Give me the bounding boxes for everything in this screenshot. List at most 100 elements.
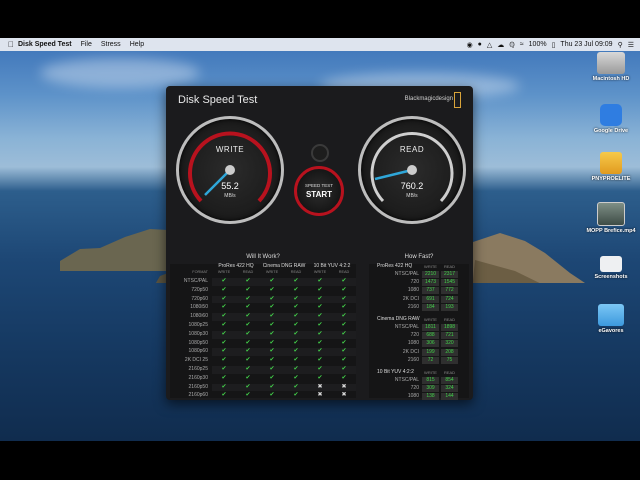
battery-percent[interactable]: 100%: [529, 41, 547, 48]
write-speed-cell: 2210: [422, 271, 439, 278]
write-speed-cell: 1811: [422, 324, 439, 331]
wifi-icon[interactable]: ≈: [520, 41, 524, 48]
screenshot-folder-icon: [600, 256, 622, 272]
check-icon: ✔: [317, 295, 323, 302]
menu-stress[interactable]: Stress: [101, 41, 121, 48]
check-icon: ✔: [341, 278, 347, 284]
how-fast-title: How Fast?: [404, 254, 434, 260]
desktop-icon-egavores[interactable]: eGavores: [586, 304, 636, 334]
write-gauge-dial: [188, 131, 272, 203]
check-icon: ✔: [293, 295, 299, 302]
write-label: WRITE: [215, 145, 245, 154]
cloud-icon[interactable]: ☁: [497, 41, 504, 49]
check-icon: ✔: [269, 304, 275, 311]
check-icon: ✔: [293, 330, 299, 337]
read-speed-cell: 721: [441, 332, 458, 340]
format-row-label: 2160p60: [188, 392, 208, 399]
check-icon: ✔: [221, 330, 227, 337]
start-button[interactable]: SPEED TEST START: [294, 166, 344, 216]
check-icon: ✔: [341, 322, 347, 328]
check-icon: ✔: [317, 357, 323, 364]
check-icon: ✔: [269, 357, 275, 364]
check-icon: ✔: [221, 286, 227, 293]
check-icon: ✔: [269, 313, 275, 320]
desktop-icon-label: Macintosh HD: [592, 76, 630, 82]
read-speed-cell: 324: [441, 385, 458, 393]
check-icon: ✔: [341, 295, 347, 302]
check-icon: ✔: [245, 278, 251, 284]
control-center-icon[interactable]: ☰: [628, 41, 634, 49]
settings-knob-icon[interactable]: [311, 144, 329, 162]
desktop-icon-screenshots[interactable]: Screenshots: [586, 256, 636, 280]
menu-app-name[interactable]: Disk Speed Test: [18, 41, 72, 48]
write-speed-cell: 815: [422, 377, 439, 384]
check-icon: ✔: [317, 366, 323, 372]
check-icon: ✔: [221, 313, 227, 320]
desktop-icon-mopp-video[interactable]: MOPP Brefice.mp4: [586, 202, 636, 234]
search-icon[interactable]: ⚲: [618, 41, 623, 49]
brand-name: Blackmagicdesign: [404, 96, 453, 102]
check-icon: ✔: [269, 330, 275, 337]
format-row-label: 720p60: [191, 295, 208, 302]
check-icon: ✔: [221, 383, 227, 390]
will-it-work-title: Will It Work?: [246, 254, 280, 260]
speed-row-label: 720: [410, 385, 419, 392]
desktop-icon-label: eGavores: [598, 328, 624, 334]
write-speed-cell: 199: [422, 348, 439, 356]
check-icon: ✔: [293, 313, 299, 320]
menu-help[interactable]: Help: [130, 41, 144, 48]
section-header: Cinema DNG RAW: [377, 316, 420, 322]
format-row-label: 720p50: [191, 286, 208, 293]
desktop-icon-macintosh-hd[interactable]: Macintosh HD: [586, 52, 636, 82]
check-icon: ✔: [317, 330, 323, 337]
check-icon: ✔: [317, 278, 323, 284]
read-speed-cell: 724: [441, 295, 458, 303]
speed-row-label: 1080: [407, 287, 419, 294]
cross-icon: ✖: [341, 392, 347, 399]
read-label: READ: [399, 145, 425, 154]
check-icon: ✔: [245, 392, 251, 399]
check-icon: ✔: [245, 348, 251, 355]
check-icon: ✔: [221, 322, 227, 328]
check-icon: ✔: [245, 374, 251, 381]
check-icon: ✔: [221, 366, 227, 372]
check-icon: ✔: [269, 374, 275, 381]
read-speed-cell: 1898: [441, 324, 458, 331]
cross-icon: ✖: [317, 383, 323, 390]
how-fast-panel: How Fast? ProRes 422 HQ WRITE READ NTSC/PAL…: [369, 254, 469, 400]
battery-icon[interactable]: ▯: [552, 41, 556, 49]
read-speed-cell: 1545: [441, 279, 458, 287]
user-icon[interactable]: ●: [478, 41, 482, 48]
write-speed-cell: 1473: [422, 279, 439, 287]
section-header: ProRes 422 HQ: [377, 263, 413, 269]
screen-record-icon[interactable]: ◉: [467, 41, 473, 49]
bluetooth-icon[interactable]: ℚ: [509, 41, 515, 49]
section-header: 10 Bit YUV 4:2:2: [377, 369, 414, 375]
check-icon: ✔: [341, 374, 347, 381]
check-icon: ✔: [245, 339, 251, 346]
menu-extras: ◉ ● △ ☁ ℚ ≈ 100% ▯ Thu 23 Jul 09:09 ⚲ ☰: [467, 41, 640, 49]
sub-header: WRITE: [217, 270, 231, 274]
sub-header: WRITE: [424, 370, 437, 375]
read-needle: [374, 168, 413, 181]
window-titlebar[interactable]: Disk Speed Test Blackmagicdesign: [166, 86, 473, 108]
check-icon: ✔: [341, 330, 347, 337]
desktop-icon-pnyproelite[interactable]: PNYPROELITE: [586, 152, 636, 182]
write-value: 55.2: [221, 181, 239, 191]
write-speed-cell: 309: [422, 385, 439, 393]
cloud: [40, 58, 200, 88]
check-icon: ✔: [221, 278, 227, 284]
check-icon: ✔: [269, 366, 275, 372]
check-icon: ✔: [317, 286, 323, 293]
will-it-work-panel: Will It Work? FORMAT ProRes 422 HQ WRITE RE…: [170, 254, 356, 399]
menu-file[interactable]: File: [81, 41, 92, 48]
read-value: 760.2: [400, 181, 424, 191]
sub-header: READ: [443, 370, 456, 375]
disk-speed-test-window: Disk Speed Test Blackmagicdesign WRITE 5…: [166, 86, 473, 400]
desktop-icon-google-drive[interactable]: Google Drive: [586, 104, 636, 134]
format-header: FORMAT: [192, 270, 208, 274]
clock[interactable]: Thu 23 Jul 09:09: [560, 41, 612, 48]
apple-menu-icon[interactable]: : [4, 40, 18, 49]
drive-icon[interactable]: △: [487, 41, 492, 49]
read-gauge-dial: [370, 131, 454, 203]
